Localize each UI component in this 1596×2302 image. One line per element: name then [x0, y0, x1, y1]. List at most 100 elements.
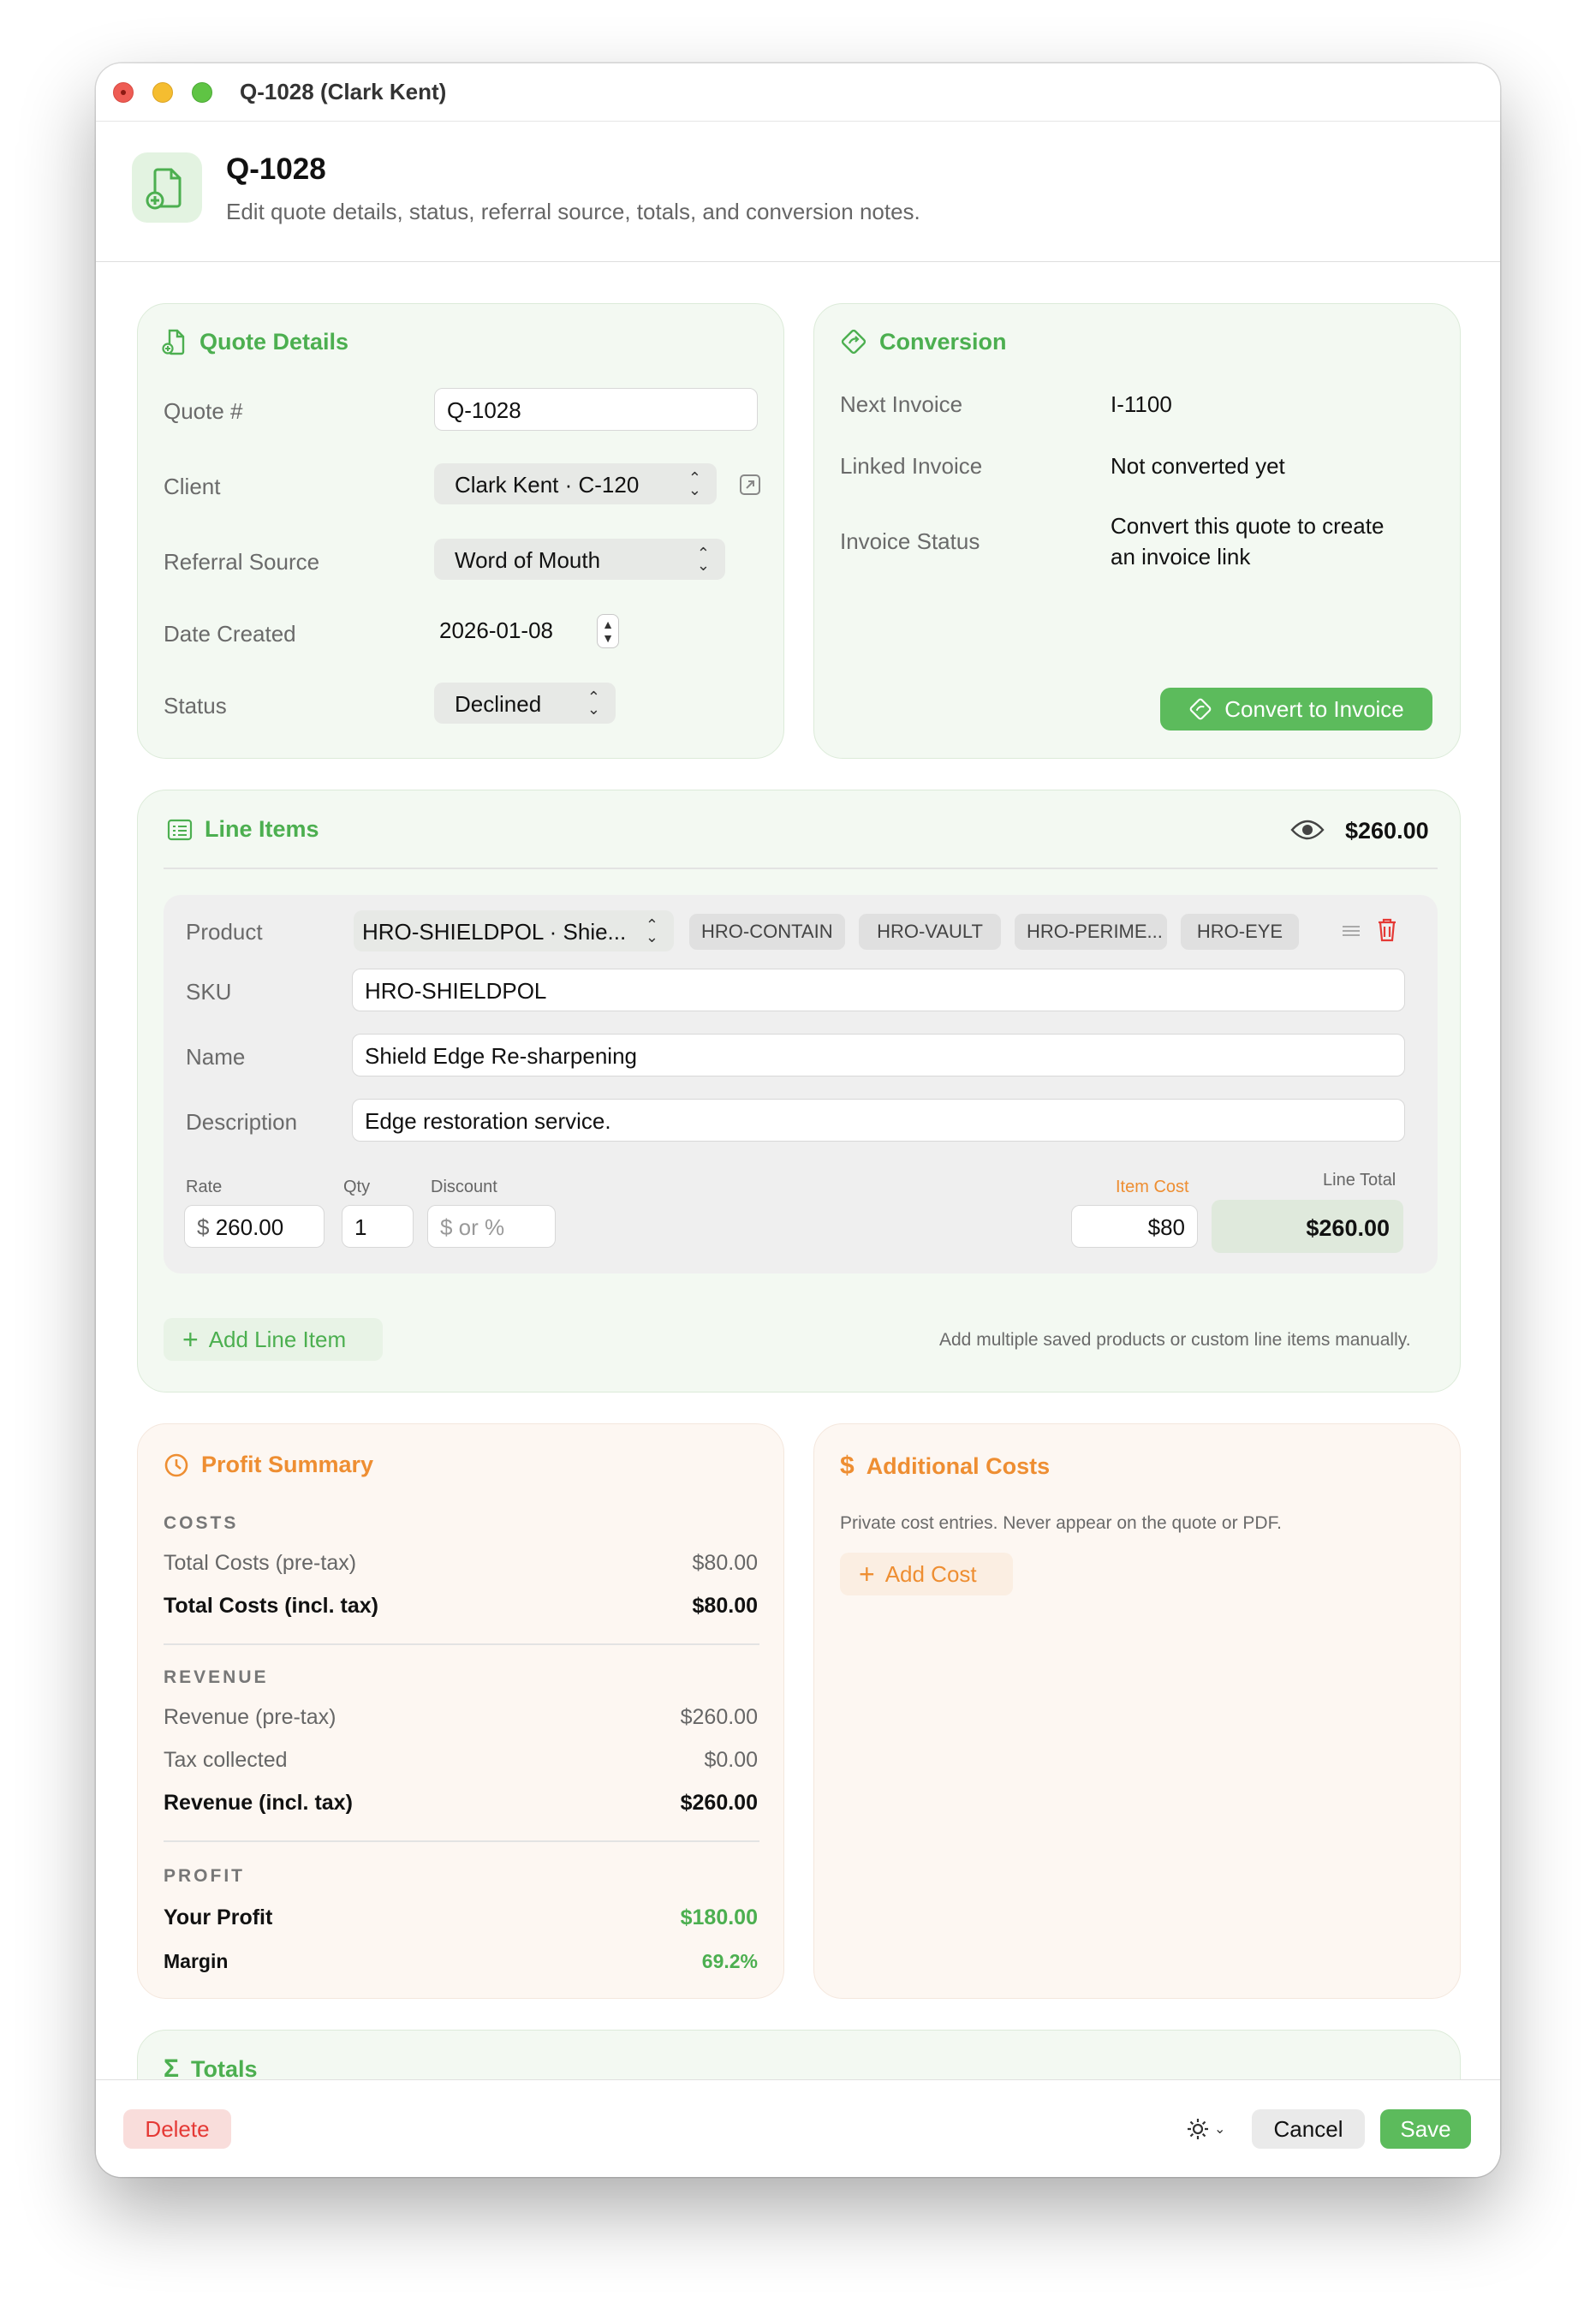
conversion-tag-icon — [1189, 698, 1212, 720]
profit-heading: PROFIT — [164, 1866, 245, 1886]
cancel-button[interactable]: Cancel — [1252, 2109, 1365, 2149]
window-title: Q-1028 (Clark Kent) — [240, 79, 447, 104]
margin-label: Margin — [164, 1950, 229, 1972]
sku-label: SKU — [186, 979, 232, 1005]
line-total-value: $260.00 — [1212, 1200, 1403, 1253]
zoom-button[interactable] — [192, 82, 212, 103]
quote-number-input[interactable]: Q-1028 — [434, 388, 758, 431]
trash-icon[interactable] — [1376, 917, 1398, 943]
product-chip[interactable]: HRO-VAULT — [859, 914, 1001, 950]
settings-menu-button[interactable]: ⌄ — [1185, 2116, 1225, 2142]
profit-summary-card: Profit Summary COSTS Total Costs (pre-ta… — [137, 1423, 784, 1999]
sku-input[interactable]: HRO-SHIELDPOL — [352, 969, 1405, 1011]
divider — [164, 1840, 759, 1842]
add-line-item-button[interactable]: + Add Line Item — [164, 1318, 383, 1361]
revenue-pre-label: Revenue (pre-tax) — [164, 1705, 336, 1729]
client-select[interactable]: Clark Kent · C-120 ⌃ ⌄ — [434, 463, 717, 504]
minimize-button[interactable] — [152, 82, 173, 103]
page-subtitle: Edit quote details, status, referral sou… — [226, 199, 920, 224]
item-cost-input[interactable]: $80 — [1071, 1205, 1198, 1248]
date-stepper[interactable]: ▲ ▼ — [597, 614, 619, 648]
window: Q-1028 (Clark Kent) Q-1028 Edit quote de… — [96, 63, 1500, 2177]
rate-input[interactable]: $ 260.00 — [184, 1205, 325, 1248]
doc-plus-icon — [162, 329, 185, 355]
client-label: Client — [164, 474, 221, 499]
titlebar: Q-1028 (Clark Kent) — [96, 63, 1500, 122]
open-external-icon[interactable] — [739, 474, 761, 496]
name-label: Name — [186, 1044, 246, 1070]
invoice-status-line1: Convert this quote to create — [1111, 513, 1385, 539]
tax-collected-label: Tax collected — [164, 1748, 288, 1772]
next-invoice-label: Next Invoice — [840, 391, 963, 417]
line-items-title: Line Items — [167, 816, 319, 843]
additional-costs-card: $ Additional Costs Private cost entries.… — [813, 1423, 1461, 1999]
divider — [164, 1643, 759, 1645]
date-label: Date Created — [164, 621, 296, 647]
revenue-incl-value: $260.00 — [680, 1791, 758, 1815]
plus-icon: + — [182, 1323, 199, 1355]
conversion-card: Conversion Next Invoice I-1100 Linked In… — [813, 303, 1461, 759]
revenue-heading: REVENUE — [164, 1667, 269, 1687]
additional-costs-note: Private cost entries. Never appear on th… — [840, 1513, 1282, 1533]
margin-value: 69.2% — [701, 1950, 758, 1972]
profit-summary-title: Profit Summary — [164, 1452, 373, 1478]
delete-button[interactable]: Delete — [123, 2109, 231, 2149]
line-item: Product HRO-SHIELDPOL · Shie... ⌃ ⌄ HRO-CO… — [164, 895, 1438, 1273]
doc-plus-icon — [132, 152, 202, 223]
sigma-icon: Σ — [164, 2055, 180, 2079]
invoice-status-line2: an invoice link — [1111, 544, 1251, 570]
product-chip[interactable]: HRO-PERIME... — [1015, 914, 1167, 950]
scroll-content[interactable]: Quote Details Quote # Q-1028 Client Clar… — [96, 262, 1500, 2079]
description-label: Description — [186, 1109, 298, 1135]
product-chip[interactable]: HRO-EYE — [1181, 914, 1299, 950]
linked-invoice-label: Linked Invoice — [840, 453, 983, 479]
revenue-pre-value: $260.00 — [680, 1705, 758, 1729]
updown-chevron-icon: ⌃ ⌄ — [645, 916, 658, 945]
product-chip[interactable]: HRO-CONTAIN — [689, 914, 845, 950]
divider — [164, 868, 1438, 869]
qty-label: Qty — [343, 1178, 371, 1196]
quote-details-card: Quote Details Quote # Q-1028 Client Clar… — [137, 303, 784, 759]
convert-to-invoice-button[interactable]: Convert to Invoice — [1160, 688, 1432, 731]
drag-handle-icon[interactable] — [1342, 924, 1361, 938]
line-items-total: $260.00 — [1345, 818, 1429, 844]
line-items-hint: Add multiple saved products or custom li… — [939, 1330, 1411, 1350]
status-label: Status — [164, 693, 227, 719]
updown-chevron-icon: ⌃ ⌄ — [587, 689, 600, 718]
dollar-icon: $ — [840, 1452, 855, 1480]
line-total-label: Line Total — [1323, 1171, 1396, 1190]
product-select[interactable]: HRO-SHIELDPOL · Shie... ⌃ ⌄ — [354, 910, 674, 951]
eye-icon[interactable] — [1290, 818, 1325, 842]
linked-invoice-value: Not converted yet — [1111, 453, 1285, 479]
your-profit-value: $180.00 — [680, 1905, 758, 1929]
item-cost-label: Item Cost — [1116, 1178, 1189, 1196]
conversion-title: Conversion — [840, 328, 1007, 355]
total-costs-pre-value: $80.00 — [692, 1551, 758, 1575]
conversion-tag-icon — [841, 329, 866, 355]
discount-input[interactable]: $ or % — [427, 1205, 556, 1248]
product-label: Product — [186, 919, 263, 945]
page-header: Q-1028 Edit quote details, status, refer… — [96, 122, 1500, 262]
line-items-card: Line Items $260.00 Product HRO-SHIELDPOL… — [137, 790, 1461, 1393]
status-select[interactable]: Declined ⌃ ⌄ — [434, 683, 616, 724]
costs-heading: COSTS — [164, 1513, 239, 1533]
updown-chevron-icon: ⌃ ⌄ — [696, 545, 710, 574]
plus-icon: + — [859, 1558, 875, 1589]
total-costs-incl-label: Total Costs (incl. tax) — [164, 1594, 378, 1618]
footer-bar: Delete ⌄ Cancel Save — [96, 2079, 1500, 2177]
referral-select[interactable]: Word of Mouth ⌃ ⌄ — [434, 539, 725, 580]
description-input[interactable]: Edge restoration service. — [352, 1099, 1405, 1142]
add-cost-button[interactable]: + Add Cost — [840, 1553, 1013, 1595]
quote-details-title: Quote Details — [162, 328, 348, 355]
quote-number-label: Quote # — [164, 398, 243, 424]
totals-card: Σ Totals — [137, 2030, 1461, 2079]
qty-input[interactable]: 1 — [342, 1205, 414, 1248]
list-icon — [167, 819, 193, 840]
updown-chevron-icon: ⌃ ⌄ — [688, 469, 701, 498]
close-button[interactable] — [113, 82, 134, 103]
tax-collected-value: $0.00 — [704, 1748, 758, 1772]
name-input[interactable]: Shield Edge Re-sharpening — [352, 1034, 1405, 1076]
save-button[interactable]: Save — [1380, 2109, 1471, 2149]
date-field[interactable]: 2026-01-08 — [439, 617, 553, 644]
additional-costs-title: $ Additional Costs — [840, 1452, 1051, 1480]
